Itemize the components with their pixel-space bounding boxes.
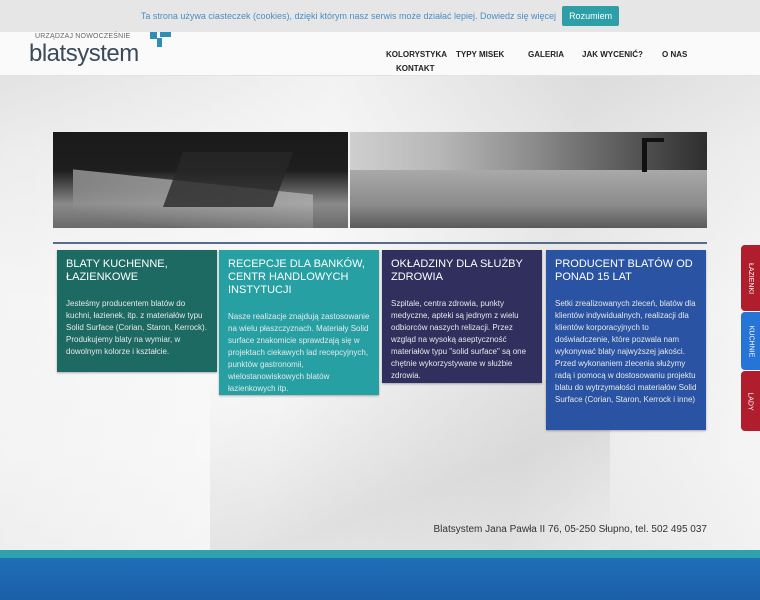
side-tab-lazienki[interactable]: ŁAZIENKI (741, 245, 760, 311)
side-tab-label: KUCHNIE (747, 325, 755, 357)
nav-item-kontakt[interactable]: KONTAKT (396, 64, 435, 73)
info-box-title: RECEPCJE DLA BANKÓW, CENTR HANDLOWYCH IN… (228, 258, 365, 296)
info-box-okladziny: OKŁADZINY DLA SŁUŻBY ZDROWIA Szpitale, c… (382, 250, 542, 383)
info-box-title: BLATY KUCHENNE, ŁAZIENKOWE (66, 258, 168, 283)
footer-bar (0, 558, 760, 600)
photo-tap (642, 138, 647, 172)
photo-sink-basin (162, 152, 294, 207)
photo-tap-neck (642, 138, 664, 142)
info-box-text: Setki zrealizowanych zleceń, blatów dla … (555, 299, 697, 404)
info-box-recepcje: RECEPCJE DLA BANKÓW, CENTR HANDLOWYCH IN… (219, 250, 379, 395)
header: URZĄDZAJ NOWOCZEŚNIE blatsystem KOLORYST… (0, 32, 760, 76)
cookie-accept-button[interactable]: Rozumiem (562, 6, 620, 26)
info-box-title: PRODUCENT BLATÓW OD PONAD 15 LAT (555, 258, 693, 283)
section-divider (53, 242, 707, 244)
nav-item-kolorystyka[interactable]: KOLORYSTYKA (386, 50, 447, 59)
side-tab-kuchnie[interactable]: KUCHNIE (741, 312, 760, 370)
info-box-text: Szpitale, centra zdrowia, punkty medyczn… (391, 299, 527, 380)
kitchen-counter-photo (350, 132, 707, 228)
logo-square-icon (150, 32, 157, 39)
logo-square-icon (160, 32, 171, 37)
logo[interactable]: URZĄDZAJ NOWOCZEŚNIE blatsystem (29, 32, 179, 76)
nav-item-jak-wycenic[interactable]: JAK WYCENIĆ? (582, 50, 643, 59)
nav-item-galeria[interactable]: GALERIA (528, 50, 564, 59)
bathroom-sink-photo (53, 132, 348, 228)
footer-accent-strip (0, 550, 760, 558)
info-box-producent: PRODUCENT BLATÓW OD PONAD 15 LAT Setki z… (546, 250, 706, 430)
logo-tagline: URZĄDZAJ NOWOCZEŚNIE (35, 33, 131, 40)
side-tab-lady[interactable]: LADY (741, 371, 760, 431)
logo-wordmark: blatsystem (29, 40, 139, 67)
nav-item-typy-misek[interactable]: TYPY MISEK (456, 50, 504, 59)
cookie-text[interactable]: Ta strona używa ciasteczek (cookies), dz… (141, 11, 556, 21)
nav-item-o-nas[interactable]: O NAS (662, 50, 687, 59)
side-tab-label: ŁAZIENKI (747, 262, 754, 294)
footer-address: Blatsystem Jana Pawła II 76, 05-250 Słup… (433, 524, 707, 535)
info-box-title: OKŁADZINY DLA SŁUŻBY ZDROWIA (391, 258, 523, 283)
cookie-bar: Ta strona używa ciasteczek (cookies), dz… (0, 0, 760, 32)
info-box-blaty: BLATY KUCHENNE, ŁAZIENKOWE Jesteśmy prod… (57, 250, 217, 372)
info-box-text: Jesteśmy producentem blatów do kuchni, ł… (66, 299, 207, 356)
photo-counter-surface (350, 170, 707, 228)
info-box-text: Nasze realizacje znajdują zastosowanie n… (228, 312, 370, 393)
side-tab-label: LADY (746, 391, 754, 411)
logo-square-icon (157, 38, 162, 47)
